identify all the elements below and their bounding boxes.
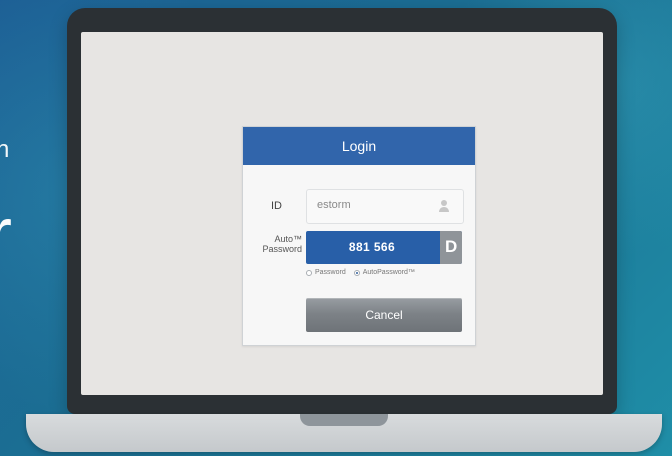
laptop-base <box>26 414 662 452</box>
laptop-base-notch <box>300 414 388 426</box>
laptop-frame: Login ID Auto™ Password 881 <box>67 8 617 414</box>
password-radio-label: Password <box>315 269 346 276</box>
autopassword-radio-option[interactable]: AutoPassword™ <box>353 269 415 276</box>
autopassword-radio-label: AutoPassword™ <box>362 269 415 276</box>
login-title: Login <box>341 138 377 154</box>
left-partial-text-large: r <box>0 198 12 270</box>
id-field[interactable] <box>306 189 464 224</box>
autopassword-radio[interactable] <box>353 269 360 276</box>
auto-password-label-line1: Auto™ <box>274 234 302 244</box>
cancel-button[interactable]: Cancel <box>306 298 462 332</box>
id-label: ID <box>271 200 282 212</box>
auto-password-badge-box: D <box>440 231 462 264</box>
auto-password-label: Auto™ Password <box>254 234 302 254</box>
user-icon <box>439 200 449 212</box>
login-header: Login <box>243 127 475 165</box>
auto-password-display[interactable]: 881 566 D <box>306 231 462 264</box>
auto-password-label-line2: Password <box>262 244 302 254</box>
left-partial-text-small: n <box>0 136 11 163</box>
laptop-screen: Login ID Auto™ Password 881 <box>81 32 603 395</box>
password-mode-selector: Password AutoPassword™ <box>306 269 415 276</box>
password-radio-option[interactable]: Password <box>306 269 346 276</box>
password-radio[interactable] <box>306 269 312 276</box>
auto-password-badge: D <box>445 237 458 256</box>
auto-password-value: 881 566 <box>348 240 396 254</box>
login-dialog: Login ID Auto™ Password 881 <box>242 126 476 346</box>
id-input[interactable] <box>317 199 427 211</box>
